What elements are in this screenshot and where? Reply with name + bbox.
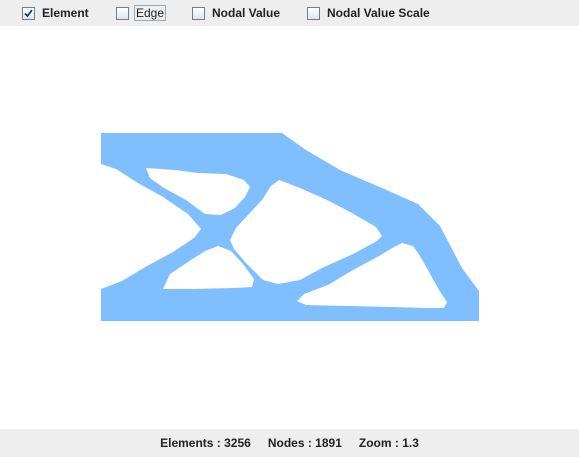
topology-mesh-drawing — [101, 133, 479, 321]
zoom-level: Zoom : 1.3 — [358, 436, 419, 450]
edge-checkbox-label: Edge — [134, 5, 167, 21]
element-checkbox[interactable]: Element — [22, 5, 89, 21]
edge-checkbox[interactable]: Edge — [116, 5, 167, 21]
element-count: Elements : 3256 — [160, 436, 251, 450]
element-checkbox-label: Element — [42, 6, 89, 20]
nodal-value-checkbox[interactable]: Nodal Value — [192, 5, 280, 21]
nodal-value-checkbox-box[interactable] — [192, 6, 205, 20]
node-count: Nodes : 1891 — [267, 436, 342, 450]
nodal-value-scale-checkbox[interactable]: Nodal Value Scale — [307, 5, 430, 21]
element-checkbox-box[interactable] — [22, 6, 35, 20]
edge-checkbox-box[interactable] — [116, 6, 129, 20]
nodal-value-scale-checkbox-label: Nodal Value Scale — [327, 6, 430, 20]
check-icon — [24, 9, 33, 17]
nodal-value-checkbox-label: Nodal Value — [212, 6, 281, 20]
mesh-viewport[interactable] — [0, 26, 579, 429]
display-options-toolbar: Element Edge Nodal Value Nodal Value Sca… — [0, 0, 579, 26]
nodal-value-scale-checkbox-box[interactable] — [307, 6, 320, 20]
status-bar: Elements : 3256 Nodes : 1891 Zoom : 1.3 — [0, 429, 579, 457]
optimized-structure-shape — [101, 133, 479, 321]
